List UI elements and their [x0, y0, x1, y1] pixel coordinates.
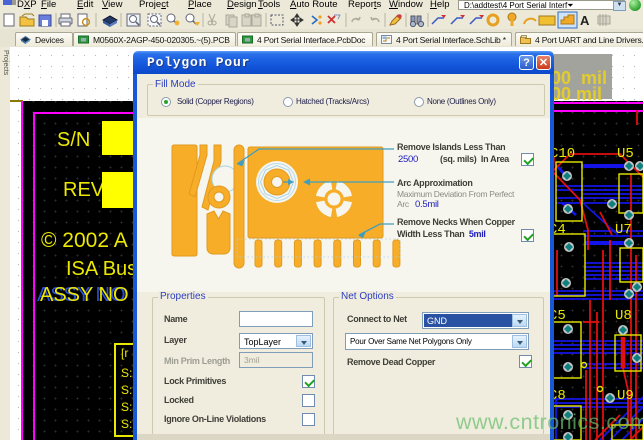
svg-text:C8: C8: [554, 388, 566, 404]
svg-text:C4: C4: [554, 222, 566, 238]
svg-text:U9: U9: [617, 388, 634, 404]
svg-text:C5: C5: [554, 308, 566, 324]
svg-text:C10: C10: [554, 146, 575, 162]
svg-text:U5: U5: [617, 146, 634, 162]
svg-text:U7: U7: [615, 222, 632, 238]
svg-text:A: A: [580, 13, 590, 28]
svg-text:U8: U8: [615, 308, 632, 324]
